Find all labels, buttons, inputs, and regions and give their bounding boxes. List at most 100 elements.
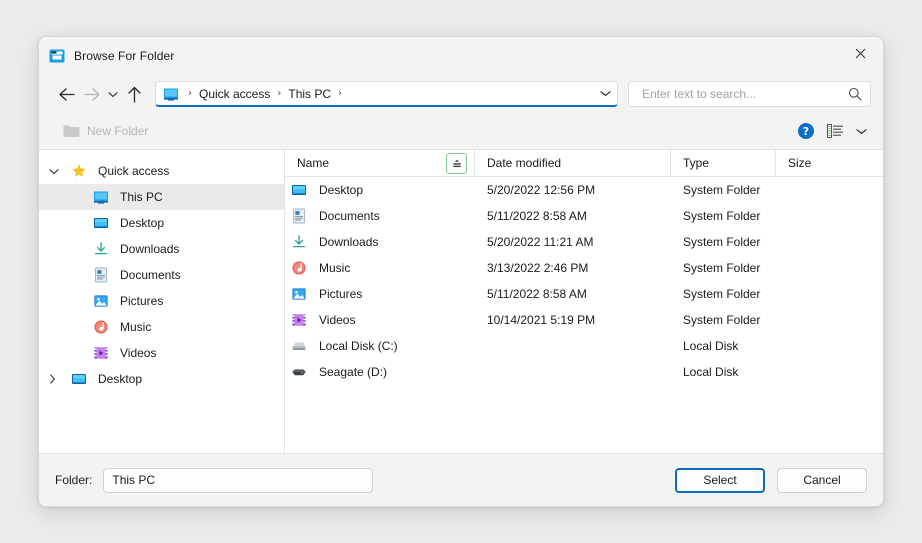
column-header-size-label: Size	[788, 156, 812, 170]
breadcrumb-separator: ›	[277, 88, 282, 99]
footer-buttons: Select Cancel	[675, 467, 867, 493]
title-bar: Browse For Folder	[39, 37, 883, 75]
column-header-type[interactable]: Type	[671, 150, 776, 176]
column-header-date-modified[interactable]: Date modified	[475, 150, 671, 176]
sort-filter-icon[interactable]	[446, 153, 467, 174]
music-icon	[291, 260, 307, 276]
tree-item-desktop[interactable]: Desktop	[39, 366, 284, 392]
chevron-down-icon	[108, 91, 118, 98]
cell-type: System Folder	[683, 235, 761, 249]
breadcrumb-separator: ›	[188, 88, 192, 99]
tree-item-label: Videos	[120, 346, 157, 360]
view-options-chevron-down-icon[interactable]	[856, 128, 869, 135]
up-arrow-icon	[127, 86, 142, 103]
cell-date-modified: 5/11/2022 8:58 AM	[487, 287, 587, 301]
file-name-label: Desktop	[319, 183, 364, 197]
tree-item-videos[interactable]: Videos	[39, 340, 284, 366]
file-list-row[interactable]: Music 3/13/2022 2:46 PM System Folder	[285, 255, 883, 281]
local-disk-icon	[291, 338, 307, 354]
file-name-label: Local Disk (C:)	[319, 339, 398, 353]
videos-icon	[291, 312, 307, 328]
folder-window-icon	[49, 48, 65, 64]
file-list-row[interactable]: Downloads 5/20/2022 11:21 AM System Folder	[285, 229, 883, 255]
back-arrow-icon	[58, 87, 75, 102]
search-box[interactable]	[628, 81, 871, 107]
cell-name: Seagate (D:)	[285, 364, 475, 380]
folder-field-label: Folder:	[55, 473, 93, 487]
cell-type: System Folder	[683, 261, 761, 275]
cell-type: System Folder	[683, 313, 761, 327]
external-drive-icon	[291, 364, 307, 380]
downloads-icon	[291, 234, 307, 250]
column-header-size[interactable]: Size	[776, 150, 883, 176]
up-button[interactable]	[121, 81, 147, 107]
file-name-label: Seagate (D:)	[319, 365, 388, 379]
new-folder-button[interactable]: New Folder	[55, 118, 156, 144]
address-dropdown-button[interactable]	[592, 90, 611, 97]
recent-locations-button[interactable]	[105, 81, 121, 107]
new-folder-icon	[63, 124, 80, 138]
file-list-row[interactable]: Desktop 5/20/2022 12:56 PM System Folder	[285, 177, 883, 203]
tree-item-label: Pictures	[120, 294, 164, 308]
cell-type: Local Disk	[683, 365, 739, 379]
tree-item-label: Downloads	[120, 242, 180, 256]
tree-item-quick-access[interactable]: Quick access	[39, 158, 284, 184]
cell-name: Videos	[285, 312, 475, 328]
cell-name: Desktop	[285, 182, 475, 198]
tree-item-music[interactable]: Music	[39, 314, 284, 340]
tree-item-this-pc[interactable]: This PC	[39, 184, 284, 210]
file-list-row[interactable]: Seagate (D:) Local Disk	[285, 359, 883, 385]
column-header-name-label: Name	[297, 156, 330, 170]
address-bar[interactable]: › Quick access › This PC ›	[155, 81, 618, 107]
cell-type: Local Disk	[683, 339, 739, 353]
breadcrumb-item-quick-access[interactable]: Quick access	[199, 87, 270, 101]
cell-type: System Folder	[683, 287, 761, 301]
chevron-down-icon[interactable]	[49, 168, 71, 175]
file-list-row[interactable]: Documents 5/11/2022 8:58 AM System Folder	[285, 203, 883, 229]
close-button[interactable]	[837, 37, 883, 70]
tree-item-label: Desktop	[98, 372, 143, 386]
tree-item-desktop[interactable]: Desktop	[39, 210, 284, 236]
tree-item-pictures[interactable]: Pictures	[39, 288, 284, 314]
navigation-bar: › Quick access › This PC ›	[39, 75, 883, 113]
list-view-icon[interactable]	[827, 124, 843, 138]
cell-name: Music	[285, 260, 475, 276]
file-name-label: Videos	[319, 313, 356, 327]
select-button[interactable]: Select	[675, 467, 765, 493]
close-icon	[855, 48, 866, 59]
this-pc-icon	[163, 86, 179, 102]
music-icon	[93, 319, 109, 335]
cell-name: Documents	[285, 208, 475, 224]
folder-path-input[interactable]	[103, 467, 374, 493]
back-button[interactable]	[53, 81, 79, 107]
help-icon[interactable]: ?	[798, 123, 814, 139]
downloads-icon	[93, 241, 109, 257]
forward-arrow-icon	[83, 87, 101, 102]
new-folder-label: New Folder	[87, 124, 149, 138]
videos-icon	[93, 345, 109, 361]
column-header-date-modified-label: Date modified	[487, 156, 562, 170]
pictures-icon	[93, 293, 109, 309]
cell-date-modified: 5/20/2022 12:56 PM	[487, 183, 596, 197]
tree-item-documents[interactable]: Documents	[39, 262, 284, 288]
cell-type: System Folder	[683, 183, 761, 197]
forward-button[interactable]	[79, 81, 105, 107]
file-list-pane: Name Date modified Type Size Desktop 5/2…	[285, 150, 883, 453]
breadcrumb-item-this-pc[interactable]: This PC	[288, 87, 331, 101]
cell-name: Pictures	[285, 286, 475, 302]
this-pc-icon	[93, 189, 109, 205]
dialog-body: Quick access This PC Desktop Downloads Docum…	[39, 149, 883, 454]
search-icon[interactable]	[848, 87, 862, 101]
cell-date-modified: 3/13/2022 2:46 PM	[487, 261, 589, 275]
pictures-icon	[291, 286, 307, 302]
tree-item-downloads[interactable]: Downloads	[39, 236, 284, 262]
file-list-row[interactable]: Local Disk (C:) Local Disk	[285, 333, 883, 359]
chevron-right-icon[interactable]	[49, 374, 71, 384]
cancel-button[interactable]: Cancel	[777, 467, 867, 493]
search-input[interactable]	[640, 86, 848, 102]
file-list-row[interactable]: Videos 10/14/2021 5:19 PM System Folder	[285, 307, 883, 333]
file-list-row[interactable]: Pictures 5/11/2022 8:58 AM System Folder	[285, 281, 883, 307]
tree-item-label: Music	[120, 320, 152, 334]
command-bar-right: ?	[798, 123, 869, 139]
column-header-name[interactable]: Name	[285, 150, 475, 176]
